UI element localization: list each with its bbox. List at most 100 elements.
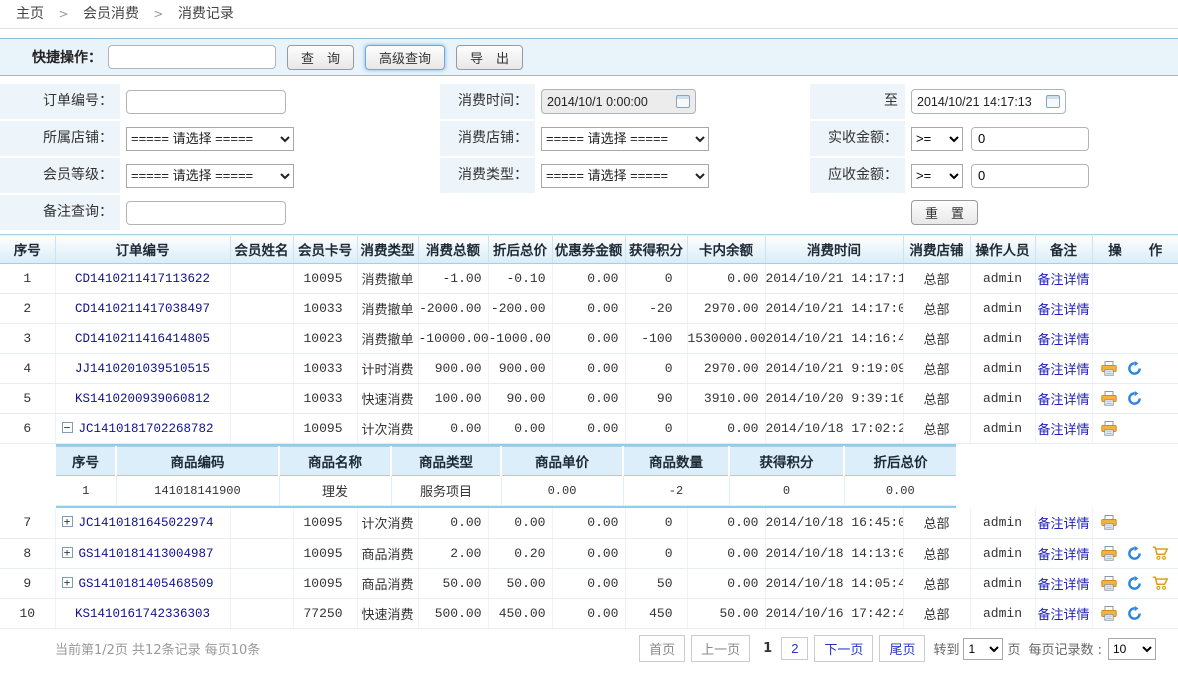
refresh-icon[interactable] (1127, 361, 1142, 376)
subtable-row: 1141018141900理发服务项目0.00-200.00 (56, 476, 956, 506)
cell-type: 计次消费 (357, 508, 418, 538)
member-level-select[interactable]: ===== 请选择 ===== (126, 164, 294, 188)
goto-page-select[interactable]: 1 (963, 638, 1003, 660)
receivable-operator-select[interactable]: >= (911, 164, 963, 188)
cell-type: 消费撤单 (357, 294, 418, 324)
print-icon[interactable] (1101, 391, 1117, 406)
calendar-icon[interactable] (676, 95, 690, 108)
order-number-link[interactable]: KS1410161742336303 (75, 607, 210, 621)
cart-icon[interactable] (1152, 546, 1169, 561)
receivable-amount-input[interactable] (971, 164, 1089, 188)
order-number-link[interactable]: CD1410211416414805 (75, 332, 210, 346)
cell-no: 6 (0, 414, 55, 444)
export-button[interactable]: 导 出 (456, 45, 523, 70)
cell-store: 总部 (903, 264, 970, 294)
column-header: 序号 (0, 235, 55, 264)
collapse-row-icon[interactable]: − (62, 422, 73, 433)
print-icon[interactable] (1101, 361, 1117, 376)
cell-ops (1092, 294, 1178, 324)
per-page-select[interactable]: 10 (1108, 638, 1156, 660)
table-row: 8+GS141018141300498710095商品消费2.000.200.0… (0, 538, 1178, 568)
first-page-button[interactable]: 首页 (639, 635, 685, 662)
consume-time-from-input[interactable] (547, 95, 669, 109)
last-page-button[interactable]: 尾页 (879, 635, 925, 662)
order-number-link[interactable]: CD1410211417113622 (75, 272, 210, 286)
remark-detail-link[interactable]: 备注详情 (1037, 363, 1089, 378)
consume-type-select[interactable]: ===== 请选择 ===== (541, 164, 709, 188)
print-icon[interactable] (1101, 421, 1117, 436)
table-row: 10KS141016174233630377250快速消费500.00450.0… (0, 598, 1178, 628)
next-page-button[interactable]: 下一页 (814, 635, 873, 662)
page-summary: 当前第1/2页 共12条记录 每页10条 (55, 639, 260, 658)
page-2-button[interactable]: 2 (781, 637, 808, 660)
order-number-link[interactable]: GS1410181413004987 (79, 547, 214, 561)
cell-total: -1.00 (418, 264, 488, 294)
own-store-select[interactable]: ===== 请选择 ===== (126, 127, 294, 151)
own-store-label: 所属店铺： (0, 121, 120, 156)
remark-detail-link[interactable]: 备注详情 (1037, 578, 1089, 593)
breadcrumb-member-consumption[interactable]: 会员消费 (83, 6, 139, 22)
order-number-link[interactable]: JJ1410201039510515 (75, 362, 210, 376)
remark-detail-link[interactable]: 备注详情 (1037, 273, 1089, 288)
table-row: 1CD141021141711362210095消费撤单-1.00-0.100.… (0, 264, 1178, 294)
expand-row-icon[interactable]: + (62, 547, 73, 558)
cell-type: 商品消费 (357, 568, 418, 598)
expand-row-icon[interactable]: + (62, 577, 73, 588)
cell-ops (1092, 354, 1178, 384)
expand-row-icon[interactable]: + (62, 516, 73, 527)
breadcrumb-home[interactable]: 主页 (16, 6, 44, 22)
cell-time: 2014/10/18 14:13:00 (765, 538, 903, 568)
cell-card: 10033 (293, 384, 357, 414)
reset-button[interactable]: 重 置 (911, 200, 978, 225)
subtable-cell: 141018141900 (116, 476, 279, 506)
advanced-search-button[interactable]: 高级查询 (365, 45, 445, 70)
consume-time-label: 消费时间： (440, 84, 535, 119)
quick-search-input[interactable] (108, 45, 276, 69)
remark-detail-link[interactable]: 备注详情 (1037, 303, 1089, 318)
cell-operator: admin (970, 598, 1035, 628)
order-number-link[interactable]: CD1410211417038497 (75, 302, 210, 316)
consume-time-to-field[interactable] (911, 89, 1066, 114)
received-amount-input[interactable] (971, 127, 1089, 151)
cell-card: 10095 (293, 568, 357, 598)
remark-detail-link[interactable]: 备注详情 (1037, 423, 1089, 438)
refresh-icon[interactable] (1127, 576, 1142, 591)
consume-time-to-input[interactable] (917, 95, 1039, 109)
print-icon[interactable] (1101, 606, 1117, 621)
remark-detail-link[interactable]: 备注详情 (1037, 393, 1089, 408)
refresh-icon[interactable] (1127, 391, 1142, 406)
cell-total: -10000.00 (418, 324, 488, 354)
consume-store-select[interactable]: ===== 请选择 ===== (541, 127, 709, 151)
to-label: 至 (810, 84, 905, 119)
print-icon[interactable] (1101, 515, 1117, 530)
search-button[interactable]: 查 询 (287, 45, 354, 70)
remark-detail-link[interactable]: 备注详情 (1037, 548, 1089, 563)
pagination-footer: 当前第1/2页 共12条记录 每页10条 首页 上一页 1 2 下一页 尾页 转… (0, 636, 1178, 662)
order-number-link[interactable]: KS1410200939060812 (75, 392, 210, 406)
order-number-link[interactable]: JC1410181702268782 (79, 422, 214, 436)
prev-page-button[interactable]: 上一页 (691, 635, 750, 662)
received-operator-select[interactable]: >= (911, 127, 963, 151)
refresh-icon[interactable] (1127, 606, 1142, 621)
cell-remark: 备注详情 (1035, 384, 1092, 414)
cell-operator: admin (970, 568, 1035, 598)
consume-time-from-field[interactable] (541, 89, 696, 114)
calendar-icon[interactable] (1046, 95, 1060, 108)
cart-icon[interactable] (1152, 576, 1169, 591)
cell-coupon: 0.00 (552, 264, 625, 294)
cell-type: 计时消费 (357, 354, 418, 384)
print-icon[interactable] (1101, 546, 1117, 561)
print-icon[interactable] (1101, 576, 1117, 591)
remark-query-input[interactable] (126, 201, 286, 225)
cell-ops (1092, 384, 1178, 414)
order-number-link[interactable]: JC1410181645022974 (79, 516, 214, 530)
refresh-icon[interactable] (1127, 546, 1142, 561)
cell-balance: 0.00 (687, 538, 765, 568)
cell-store: 总部 (903, 568, 970, 598)
cell-name (230, 568, 293, 598)
remark-detail-link[interactable]: 备注详情 (1037, 608, 1089, 623)
remark-detail-link[interactable]: 备注详情 (1037, 333, 1089, 348)
order-number-link[interactable]: GS1410181405468509 (79, 577, 214, 591)
remark-detail-link[interactable]: 备注详情 (1037, 517, 1089, 532)
order-no-input[interactable] (126, 90, 286, 114)
